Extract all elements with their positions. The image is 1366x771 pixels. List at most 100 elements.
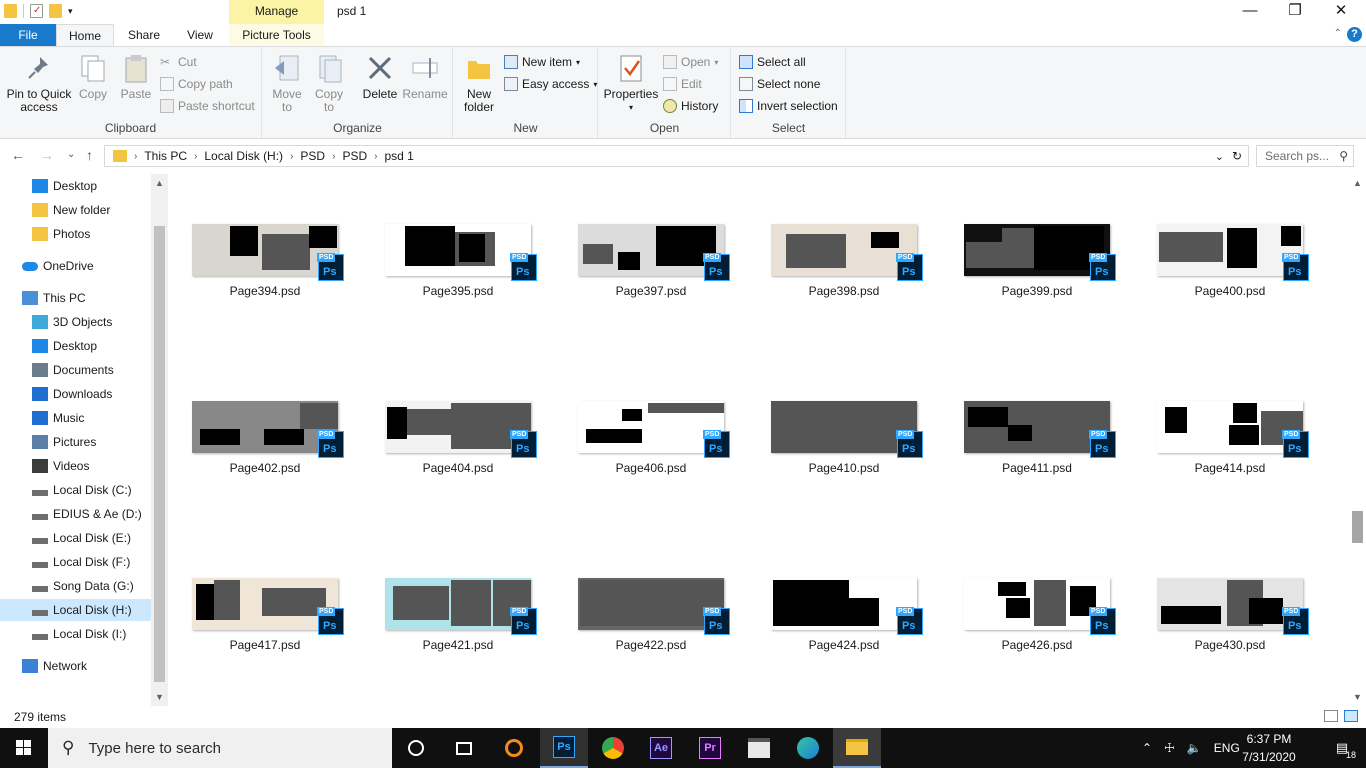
pin-to-quick-access-button[interactable]: Pin to Quick access <box>4 53 74 114</box>
nav-item-new-folder[interactable]: New folder <box>0 199 151 221</box>
paste-shortcut-button[interactable]: Paste shortcut <box>160 96 255 116</box>
show-hidden-icons-icon[interactable]: ⌃ <box>1142 741 1152 755</box>
move-to-button[interactable]: Move to <box>269 53 305 114</box>
back-arrow-icon[interactable]: ← <box>11 147 25 163</box>
tab-file[interactable]: File <box>0 24 56 46</box>
file-thumbnail[interactable]: PSD Ps <box>578 401 730 458</box>
collapse-ribbon-icon[interactable]: ⌃ <box>1334 28 1342 39</box>
file-thumbnail[interactable]: PSD Ps <box>385 578 537 635</box>
file-thumbnail[interactable]: PSD Ps <box>771 578 923 635</box>
select-all-button[interactable]: Select all <box>739 52 806 72</box>
breadcrumb-psd[interactable]: PSD <box>300 149 325 163</box>
file-item[interactable]: PSD Ps Page394.psd <box>185 224 345 298</box>
nav-item-onedrive[interactable]: OneDrive <box>0 255 151 277</box>
cut-button[interactable]: ✂ Cut <box>160 52 197 72</box>
forward-arrow-icon[interactable]: → <box>40 147 54 163</box>
nav-scroll-thumb[interactable] <box>154 226 165 682</box>
scroll-up-arrow-icon[interactable]: ▲ <box>1349 176 1366 190</box>
search-input[interactable]: Search ps... ⚲ <box>1256 145 1354 167</box>
photoshop-taskbar-icon[interactable]: Ps <box>540 728 588 768</box>
nav-item-local-disk-i[interactable]: Local Disk (I:) <box>0 623 151 645</box>
file-thumbnail[interactable]: PSD Ps <box>578 578 730 635</box>
properties-check-icon[interactable]: ✓ <box>30 4 43 18</box>
file-item[interactable]: PSD Ps Page395.psd <box>378 224 538 298</box>
after-effects-icon[interactable]: Ae <box>637 728 685 768</box>
details-view-icon[interactable] <box>1324 710 1338 722</box>
new-folder-button[interactable]: New folder <box>458 53 500 114</box>
nav-item-local-disk-f[interactable]: Local Disk (F:) <box>0 551 151 573</box>
tab-picture-tools[interactable]: Picture Tools <box>229 24 324 46</box>
file-item[interactable]: PSD Ps Page421.psd <box>378 578 538 652</box>
properties-button[interactable]: Properties ▾ <box>603 53 659 114</box>
file-thumbnail[interactable]: PSD Ps <box>192 224 344 281</box>
copy-path-button[interactable]: Copy path <box>160 74 233 94</box>
file-thumbnail[interactable]: PSD Ps <box>385 224 537 281</box>
breadcrumb-local-disk-h[interactable]: Local Disk (H:) <box>204 149 283 163</box>
nav-item-local-disk-c[interactable]: Local Disk (C:) <box>0 479 151 501</box>
file-thumbnail[interactable]: PSD Ps <box>964 224 1116 281</box>
close-button[interactable]: ✕ <box>1318 0 1364 24</box>
nav-scrollbar[interactable]: ▲ ▼ <box>151 174 168 706</box>
file-item[interactable]: PSD Ps Page422.psd <box>571 578 731 652</box>
file-thumbnail[interactable]: PSD Ps <box>1157 401 1309 458</box>
file-thumbnail[interactable]: PSD Ps <box>771 401 923 458</box>
file-item[interactable]: PSD Ps Page426.psd <box>957 578 1117 652</box>
history-button[interactable]: History <box>663 96 718 116</box>
edit-button[interactable]: Edit <box>663 74 702 94</box>
nav-item-pictures[interactable]: Pictures <box>0 431 151 453</box>
tab-home[interactable]: Home <box>56 24 114 47</box>
file-thumbnail[interactable]: PSD Ps <box>964 401 1116 458</box>
large-icons-view-icon[interactable] <box>1344 710 1358 722</box>
refresh-icon[interactable]: ↻ <box>1232 149 1242 163</box>
network-icon[interactable]: ☩ <box>1164 741 1175 755</box>
nav-item-desktop[interactable]: Desktop <box>0 175 151 197</box>
clock[interactable]: 6:37 PM 7/31/2020 <box>1222 730 1316 766</box>
nav-item-this-pc[interactable]: This PC <box>0 287 151 309</box>
tab-share[interactable]: Share <box>118 24 170 46</box>
file-item[interactable]: PSD Ps Page414.psd <box>1150 401 1310 475</box>
notifications-icon[interactable]: ▤ 18 <box>1318 728 1366 768</box>
delete-button[interactable]: Delete <box>357 53 403 101</box>
content-scroll-thumb[interactable] <box>1352 511 1363 543</box>
file-thumbnail[interactable]: PSD Ps <box>771 224 923 281</box>
scroll-up-arrow-icon[interactable]: ▲ <box>151 176 168 190</box>
nav-item-music[interactable]: Music <box>0 407 151 429</box>
customize-qat-icon[interactable]: ▾ <box>68 6 73 17</box>
address-box[interactable]: › This PC › Local Disk (H:) › PSD › PSD … <box>104 145 1249 167</box>
content-scrollbar[interactable]: ▲ ▼ <box>1349 174 1366 706</box>
nav-item-edius-ae-d[interactable]: EDIUS & Ae (D:) <box>0 503 151 525</box>
file-item[interactable]: PSD Ps Page411.psd <box>957 401 1117 475</box>
nav-item-desktop[interactable]: Desktop <box>0 335 151 357</box>
file-thumbnail[interactable]: PSD Ps <box>192 401 344 458</box>
media-player-icon[interactable] <box>735 728 783 768</box>
chrome-icon[interactable] <box>589 728 637 768</box>
scroll-down-arrow-icon[interactable]: ▼ <box>1349 690 1366 704</box>
nav-item-3d-objects[interactable]: 3D Objects <box>0 311 151 333</box>
invert-selection-button[interactable]: Invert selection <box>739 96 838 116</box>
premiere-pro-icon[interactable]: Pr <box>686 728 734 768</box>
file-thumbnail[interactable]: PSD Ps <box>192 578 344 635</box>
file-thumbnail[interactable]: PSD Ps <box>1157 578 1309 635</box>
new-item-button[interactable]: New item ▾ <box>504 52 580 72</box>
nav-item-local-disk-e[interactable]: Local Disk (E:) <box>0 527 151 549</box>
select-none-button[interactable]: Select none <box>739 74 820 94</box>
start-button[interactable] <box>0 728 48 768</box>
file-item[interactable]: PSD Ps Page400.psd <box>1150 224 1310 298</box>
nav-item-downloads[interactable]: Downloads <box>0 383 151 405</box>
file-item[interactable]: PSD Ps Page404.psd <box>378 401 538 475</box>
file-item[interactable]: PSD Ps Page424.psd <box>764 578 924 652</box>
file-explorer-taskbar-icon[interactable] <box>833 728 881 768</box>
restore-button[interactable]: ❐ <box>1272 0 1318 24</box>
manage-tab[interactable]: Manage <box>229 0 324 24</box>
copy-to-button[interactable]: Copy to <box>311 53 347 114</box>
folder-icon[interactable] <box>4 4 17 18</box>
tab-view[interactable]: View <box>174 24 226 46</box>
address-dropdown-icon[interactable]: ⌄ <box>1215 150 1224 163</box>
file-thumbnail[interactable]: PSD Ps <box>385 401 537 458</box>
file-item[interactable]: PSD Ps Page430.psd <box>1150 578 1310 652</box>
paste-button[interactable]: Paste <box>116 53 156 101</box>
edge-icon[interactable] <box>784 728 832 768</box>
up-arrow-icon[interactable]: ↑ <box>86 147 93 163</box>
file-item[interactable]: PSD Ps Page406.psd <box>571 401 731 475</box>
file-thumbnail[interactable]: PSD Ps <box>1157 224 1309 281</box>
